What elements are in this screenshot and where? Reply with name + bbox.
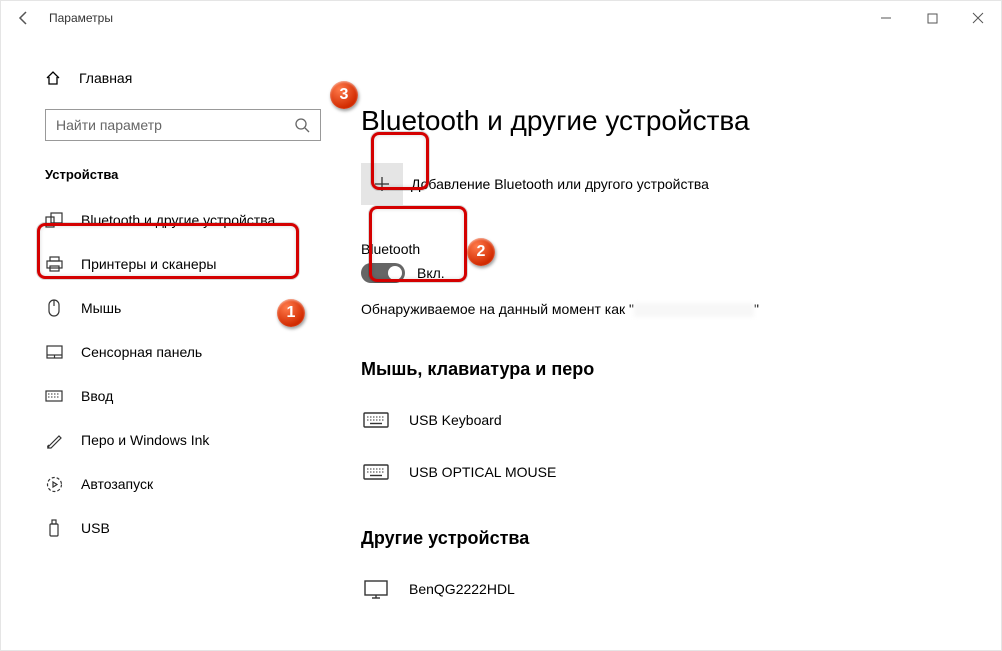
keyboard-icon	[361, 464, 391, 480]
autoplay-icon	[45, 476, 63, 493]
sidebar: Главная Найти параметр Устройства Blueto…	[1, 35, 321, 650]
section-mouse-keyboard: Мышь, клавиатура и перо	[361, 359, 1001, 380]
devices-icon	[45, 212, 63, 228]
search-input[interactable]: Найти параметр	[45, 109, 321, 141]
plus-icon	[373, 175, 391, 193]
device-label: BenQG2222HDL	[409, 581, 515, 597]
device-row[interactable]: USB OPTICAL MOUSE	[361, 446, 1001, 498]
monitor-icon	[361, 579, 391, 599]
usb-icon	[45, 519, 63, 537]
add-device-label: Добавление Bluetooth или другого устройс…	[411, 176, 709, 192]
pen-icon	[45, 432, 63, 449]
home-icon	[45, 70, 61, 86]
touchpad-icon	[45, 345, 63, 359]
sidebar-section-title: Устройства	[45, 167, 321, 182]
sidebar-item-printers[interactable]: Принтеры и сканеры	[45, 242, 321, 286]
titlebar: Параметры	[1, 1, 1001, 35]
sidebar-item-label: Bluetooth и другие устройства	[81, 212, 275, 228]
sidebar-item-label: Автозапуск	[81, 476, 153, 492]
search-icon	[294, 117, 310, 133]
search-placeholder: Найти параметр	[56, 117, 162, 133]
sidebar-item-autoplay[interactable]: Автозапуск	[45, 462, 321, 506]
sidebar-item-typing[interactable]: Ввод	[45, 374, 321, 418]
sidebar-item-label: Ввод	[81, 388, 113, 404]
sidebar-item-label: Принтеры и сканеры	[81, 256, 216, 272]
keyboard-icon	[361, 412, 391, 428]
page-title: Bluetooth и другие устройства	[361, 105, 1001, 137]
sidebar-item-mouse[interactable]: Мышь	[45, 286, 321, 330]
sidebar-item-label: Перо и Windows Ink	[81, 432, 209, 448]
sidebar-item-touchpad[interactable]: Сенсорная панель	[45, 330, 321, 374]
add-device-button[interactable]	[361, 163, 403, 205]
device-label: USB Keyboard	[409, 412, 502, 428]
sidebar-home[interactable]: Главная	[45, 65, 321, 91]
bluetooth-label: Bluetooth	[361, 241, 1001, 257]
back-button[interactable]	[1, 1, 47, 35]
main-content: Bluetooth и другие устройства Добавление…	[321, 35, 1001, 650]
sidebar-item-label: Сенсорная панель	[81, 344, 202, 360]
keyboard-icon	[45, 390, 63, 402]
close-button[interactable]	[955, 1, 1001, 35]
bluetooth-toggle[interactable]	[361, 263, 405, 283]
toggle-knob	[388, 266, 402, 280]
sidebar-item-label: USB	[81, 520, 110, 536]
device-row[interactable]: USB Keyboard	[361, 394, 1001, 446]
bluetooth-state: Вкл.	[417, 265, 445, 281]
mouse-icon	[45, 299, 63, 317]
minimize-button[interactable]	[863, 1, 909, 35]
device-row[interactable]: BenQG2222HDL	[361, 563, 1001, 615]
printer-icon	[45, 256, 63, 272]
section-other-devices: Другие устройства	[361, 528, 1001, 549]
sidebar-home-label: Главная	[79, 70, 132, 86]
discoverable-text: Обнаруживаемое на данный момент как ""	[361, 301, 1001, 317]
sidebar-item-label: Мышь	[81, 300, 121, 316]
device-name-blurred	[634, 303, 754, 317]
maximize-button[interactable]	[909, 1, 955, 35]
sidebar-item-bluetooth[interactable]: Bluetooth и другие устройства	[45, 198, 321, 242]
device-label: USB OPTICAL MOUSE	[409, 464, 556, 480]
sidebar-item-pen[interactable]: Перо и Windows Ink	[45, 418, 321, 462]
window-title: Параметры	[47, 11, 113, 25]
sidebar-item-usb[interactable]: USB	[45, 506, 321, 550]
